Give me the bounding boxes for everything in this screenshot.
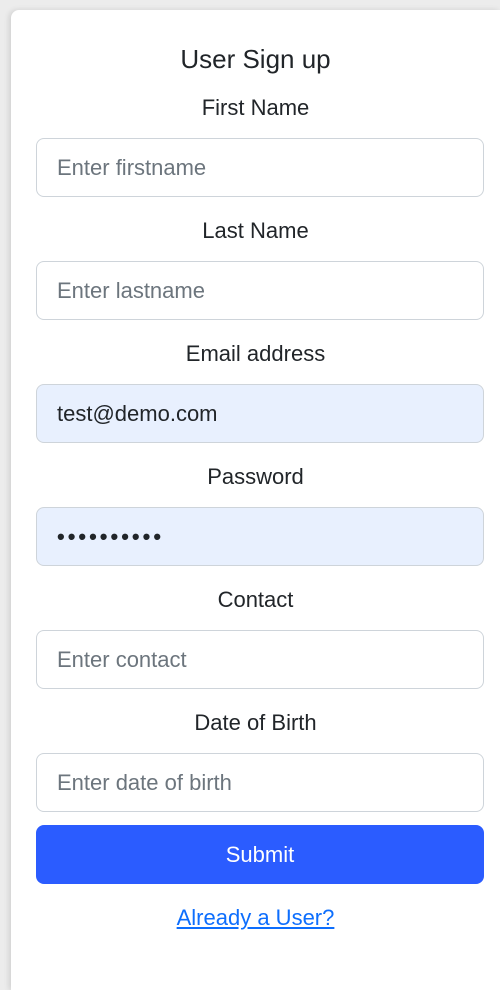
contact-placeholder: Enter contact [57,646,187,672]
dob-placeholder: Enter date of birth [57,769,232,795]
dob-input[interactable]: Enter date of birth [36,753,484,812]
email-value: test@demo.com [57,400,218,426]
email-label: Email address [185,341,326,366]
contact-label: Contact [217,587,294,612]
submit-button[interactable]: Submit [36,825,484,884]
last-name-input[interactable]: Enter lastname [36,261,484,320]
password-value: •••••••••• [57,523,165,549]
dob-label: Date of Birth [194,710,317,735]
contact-input[interactable]: Enter contact [36,630,484,689]
first-name-input[interactable]: Enter firstname [36,138,484,197]
password-label: Password [207,464,304,489]
first-name-label: First Name [201,95,310,120]
password-input[interactable]: •••••••••• [36,507,484,566]
last-name-placeholder: Enter lastname [57,277,205,303]
already-user-link[interactable]: Already a User? [11,905,500,931]
first-name-placeholder: Enter firstname [57,154,207,180]
last-name-label: Last Name [202,218,309,243]
email-input[interactable]: test@demo.com [36,384,484,443]
signup-card: User Sign up First Name Enter firstname … [11,10,500,990]
form-title: User Sign up [180,44,331,74]
